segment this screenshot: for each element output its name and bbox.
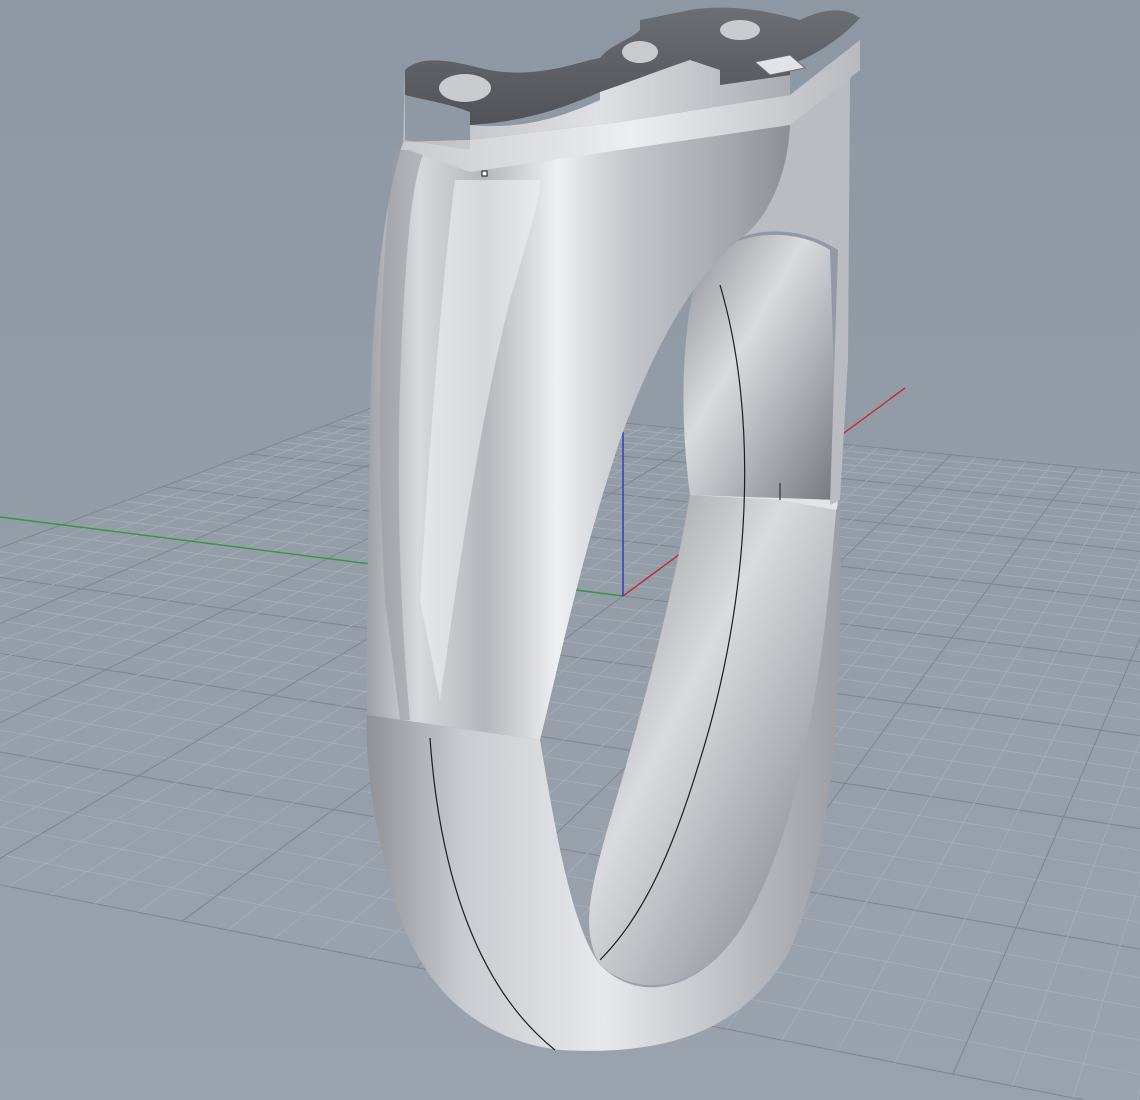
letter-counter-d: [622, 41, 658, 63]
grid-minor-line: [181, 479, 1140, 592]
grid-major-line: [0, 431, 715, 860]
grid-minor-line: [0, 636, 1140, 809]
3d-viewport[interactable]: [0, 0, 1140, 1100]
grid-major-line: [162, 486, 1140, 602]
ring-model[interactable]: [366, 7, 860, 1051]
grid-major-line: [952, 637, 1140, 1075]
viewport-scene[interactable]: [0, 0, 1140, 1100]
grid-minor-line: [894, 560, 1140, 1063]
grid-minor-line: [0, 708, 1140, 898]
grid-major-line: [0, 652, 1140, 830]
grid-minor-line: [0, 689, 1140, 874]
grid-minor-line: [0, 402, 412, 563]
ring-inner-back-surface[interactable]: [683, 234, 838, 501]
letter-counter-a: [439, 74, 491, 102]
grid-minor-line: [143, 493, 1140, 613]
letter-counter-g: [720, 20, 760, 40]
grid-minor-line: [0, 670, 1140, 851]
selection-point-marker[interactable]: [481, 170, 488, 177]
